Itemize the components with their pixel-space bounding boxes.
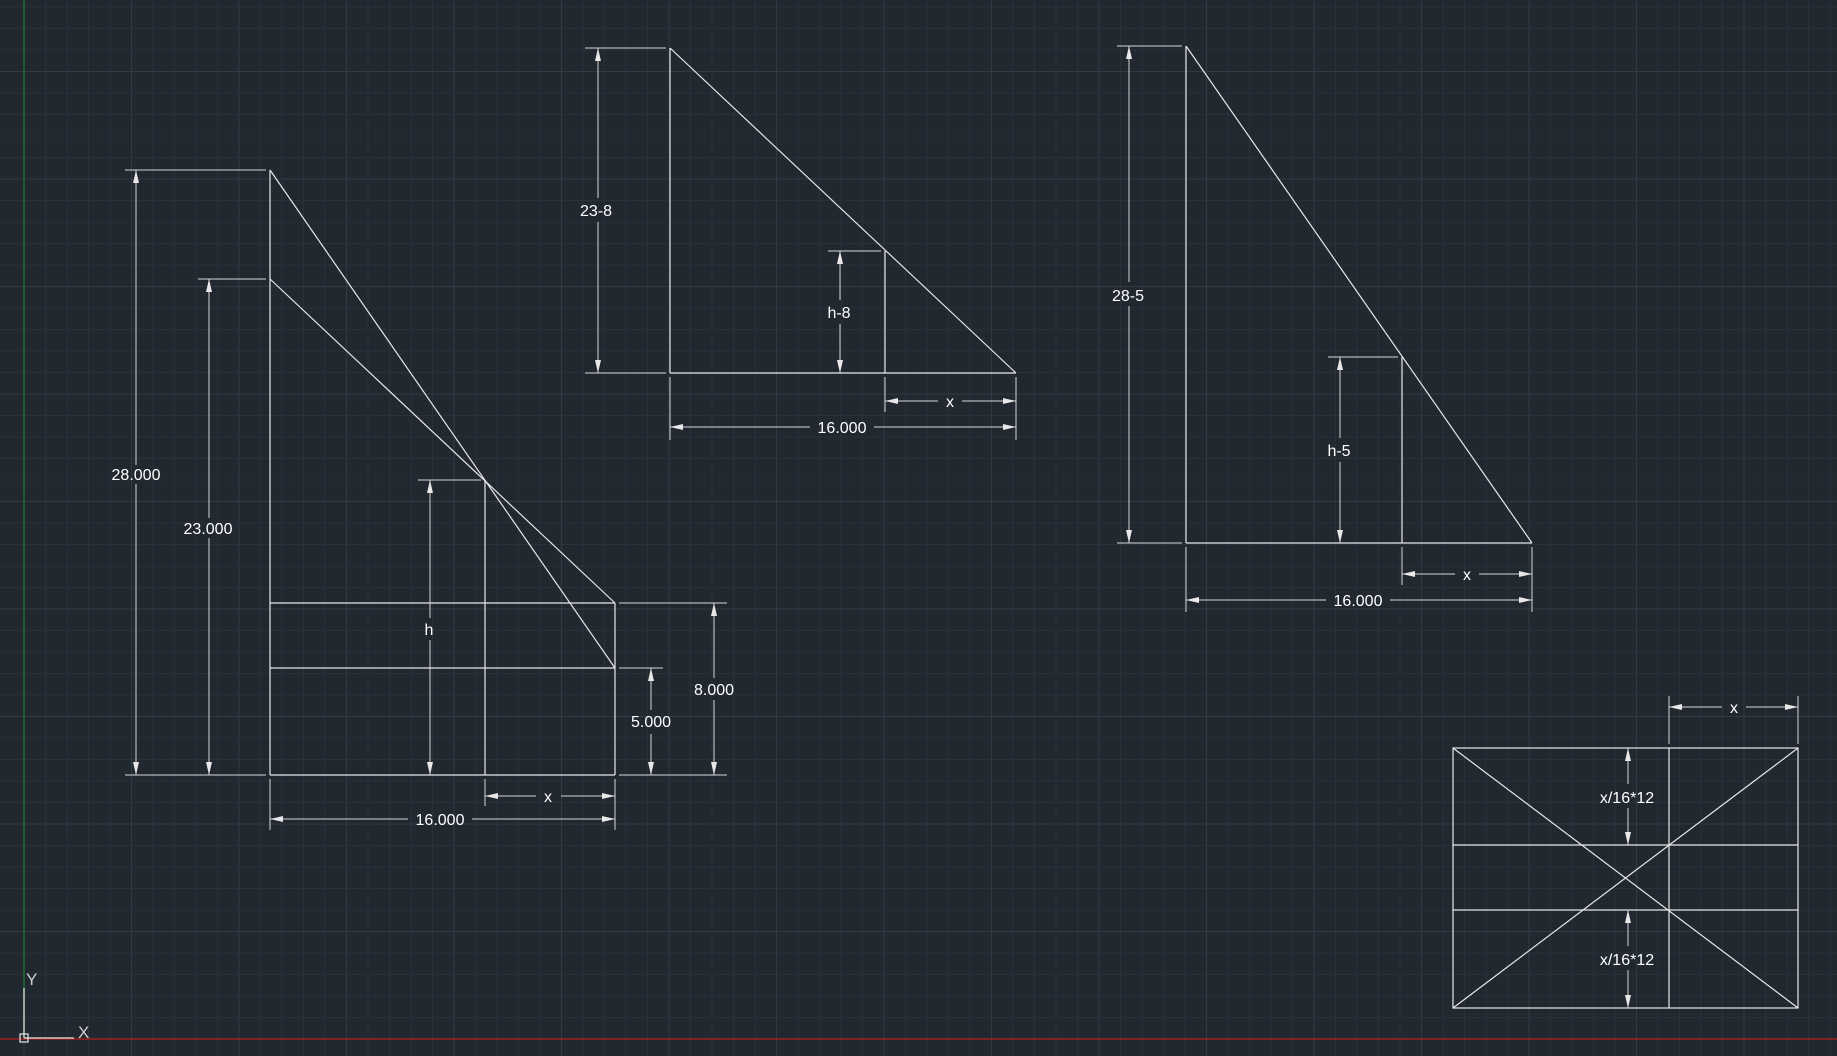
dim-8-label: 8.000 (694, 682, 734, 699)
drawing-canvas[interactable]: Y X 28.000 23.000 h 8.000 5.000 x 16.000… (0, 0, 1837, 1056)
figure-main-geometry[interactable] (269, 169, 616, 776)
dim-x-top-label: x (946, 394, 954, 411)
ucs-x-label: X (78, 1023, 89, 1042)
dim-h-5[interactable]: h-5 (1327, 356, 1398, 543)
dim-rect-lower[interactable]: x/16*12 (1600, 910, 1654, 1008)
dim-rect-lower-label: x/16*12 (1600, 952, 1654, 969)
dim-28[interactable]: 28.000 (112, 169, 266, 776)
dim-8[interactable]: 8.000 (619, 602, 734, 776)
dim-28-5[interactable]: 28-5 (1112, 45, 1182, 544)
figure-rect-geometry[interactable] (1452, 747, 1799, 1009)
dim-h-label: h (425, 622, 434, 639)
dim-5-label: 5.000 (631, 714, 671, 731)
dim-16-top[interactable]: 16.000 (669, 377, 1016, 440)
dim-16-right[interactable]: 16.000 (1185, 547, 1532, 612)
dim-16-top-label: 16.000 (818, 420, 867, 437)
dim-23-8[interactable]: 23-8 (580, 47, 666, 374)
ucs-icon: Y X (19, 970, 89, 1043)
dim-h[interactable]: h (418, 479, 481, 775)
dim-x-rect-label: x (1730, 700, 1738, 717)
drawing-svg[interactable]: Y X 28.000 23.000 h 8.000 5.000 x 16.000… (0, 0, 1837, 1056)
dim-h-8[interactable]: h-8 (827, 250, 881, 373)
dim-16-main[interactable]: 16.000 (269, 779, 615, 830)
dim-x-main[interactable]: x (484, 779, 616, 830)
dim-28-label: 28.000 (112, 467, 161, 484)
figure-right-geometry[interactable] (1185, 45, 1533, 544)
dim-5[interactable]: 5.000 (619, 667, 671, 775)
figure-rect[interactable]: x x/16*12 x/16*12 (1452, 696, 1799, 1009)
dim-rect-upper[interactable]: x/16*12 (1600, 748, 1654, 845)
ucs-y-label: Y (26, 970, 37, 989)
dim-x-rect[interactable]: x (1668, 696, 1799, 744)
grid (0, 0, 1837, 1056)
dim-x-right-label: x (1463, 567, 1471, 584)
dim-x-main-label: x (544, 789, 552, 806)
dim-23-8-label: 23-8 (580, 203, 612, 220)
dim-h-5-label: h-5 (1327, 443, 1350, 460)
dim-rect-upper-label: x/16*12 (1600, 790, 1654, 807)
figure-top-geometry[interactable] (669, 47, 1017, 374)
dim-16-right-label: 16.000 (1334, 593, 1383, 610)
dim-h-8-label: h-8 (827, 305, 850, 322)
dim-16-main-label: 16.000 (416, 812, 465, 829)
figure-main[interactable]: 28.000 23.000 h 8.000 5.000 x 16.000 (112, 169, 735, 830)
dim-x-top[interactable]: x (884, 377, 1017, 440)
dim-23-label: 23.000 (184, 521, 233, 538)
dim-28-5-label: 28-5 (1112, 288, 1144, 305)
